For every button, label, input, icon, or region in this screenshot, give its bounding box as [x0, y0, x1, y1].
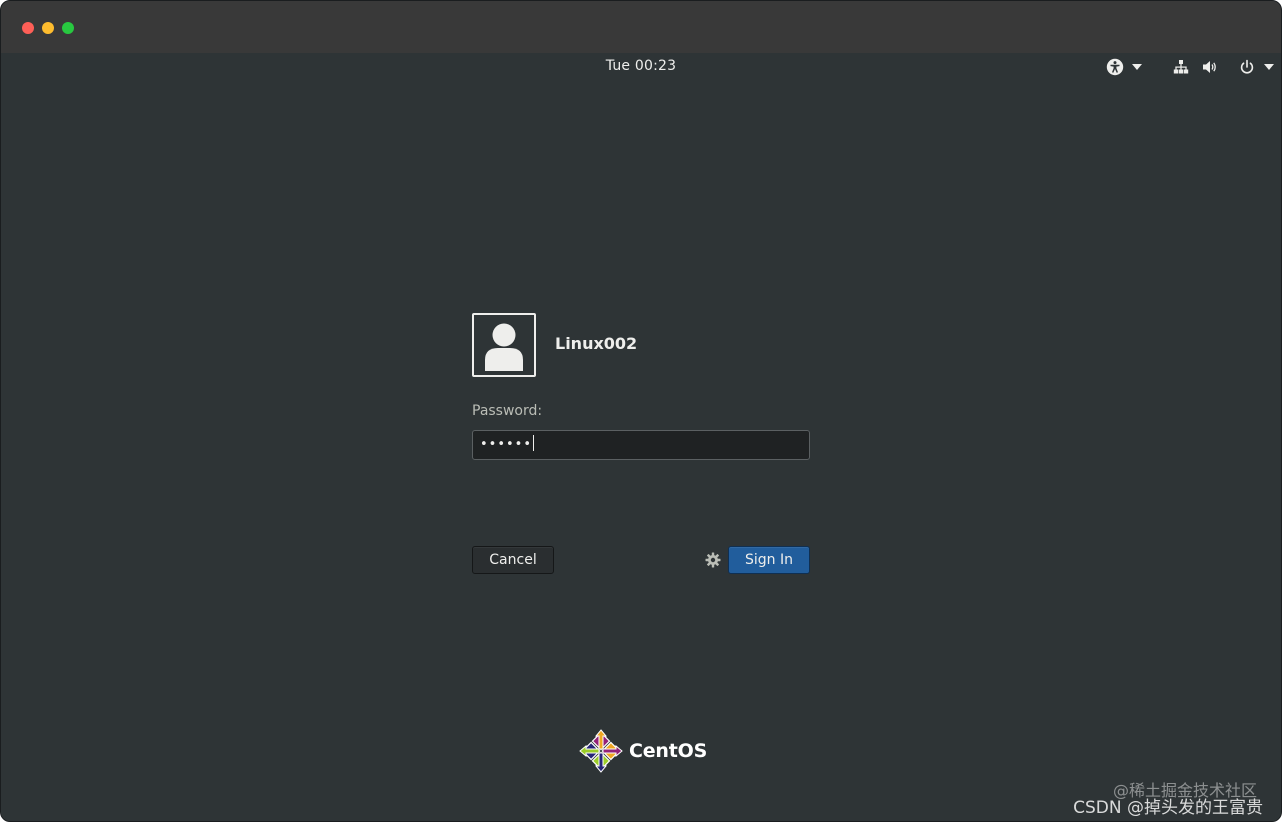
minimize-window-button[interactable]	[42, 22, 54, 34]
top-bar-clock[interactable]: Tue 00:23	[1, 58, 1281, 74]
accessibility-menu[interactable]	[1106, 57, 1142, 77]
window-titlebar	[1, 1, 1281, 53]
centos-branding: CentOS	[579, 729, 707, 773]
maximize-window-button[interactable]	[62, 22, 74, 34]
watermark-csdn: CSDN @掉头发的王富贵	[1073, 798, 1263, 818]
username-label: Linux002	[555, 334, 638, 353]
system-menu[interactable]	[1173, 57, 1274, 77]
accessibility-icon	[1106, 58, 1124, 76]
volume-icon	[1202, 59, 1218, 75]
password-value: ••••••	[480, 437, 533, 452]
power-icon	[1239, 59, 1255, 75]
cancel-button[interactable]: Cancel	[472, 546, 554, 574]
chevron-down-icon	[1264, 64, 1274, 70]
user-avatar-icon	[485, 323, 523, 371]
user-avatar[interactable]	[472, 313, 536, 377]
centos-logo-icon	[579, 729, 623, 773]
password-label: Password:	[472, 403, 543, 419]
password-input[interactable]: ••••••	[472, 430, 810, 460]
login-window: Tue 00:23 Linux002 Password: •••••• Canc…	[0, 0, 1282, 822]
sign-in-button[interactable]: Sign In	[728, 546, 810, 574]
close-window-button[interactable]	[22, 22, 34, 34]
text-caret	[533, 435, 535, 451]
session-settings-button[interactable]	[705, 552, 721, 568]
chevron-down-icon	[1132, 64, 1142, 70]
gear-icon	[705, 552, 721, 568]
centos-wordmark: CentOS	[629, 740, 708, 762]
login-screen: Tue 00:23 Linux002 Password: •••••• Canc…	[1, 53, 1281, 821]
network-icon	[1173, 59, 1189, 75]
